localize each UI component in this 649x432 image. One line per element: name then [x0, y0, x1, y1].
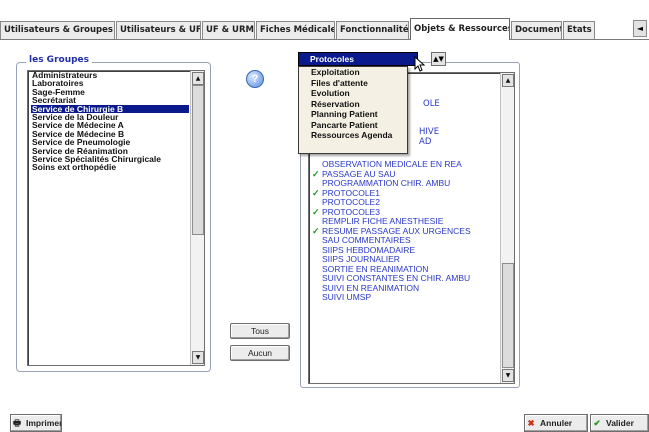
tab-bar: Utilisateurs & Groupes Utilisateurs & UF…: [0, 18, 649, 40]
check-icon: ✔: [593, 418, 601, 428]
tab-utilisateurs-uf[interactable]: Utilisateurs & UF: [116, 21, 201, 39]
validate-button[interactable]: ✔ Valider: [590, 414, 649, 432]
scroll-thumb[interactable]: [192, 85, 204, 235]
resource-label: PROTOCOLE1: [322, 187, 380, 198]
cancel-button[interactable]: ✖ Annuler: [524, 414, 588, 432]
select-all-button[interactable]: Tous: [230, 323, 290, 339]
printer-icon: 🖶: [12, 418, 22, 428]
scroll-up-icon[interactable]: ▲: [192, 72, 204, 85]
dropdown-option[interactable]: Evolution: [299, 88, 407, 99]
resources-scrollbar[interactable]: ▲ ▼: [500, 73, 514, 383]
check-icon: ✓: [312, 225, 320, 236]
resource-label: PROTOCOLE3: [322, 206, 380, 217]
groups-scrollbar[interactable]: ▲ ▼: [190, 71, 204, 365]
partial-item-2: HIVE: [419, 127, 440, 137]
resources-list: OBSERVATION MEDICALE EN REA ✓ PASSAGE AU S…: [312, 159, 499, 303]
resource-label: SIIPS HEBDOMADAIRE: [322, 244, 416, 255]
resource-label: REMPLIR FICHE ANESTHESIE: [322, 216, 444, 226]
scroll-thumb[interactable]: [502, 263, 514, 368]
resource-label: PROTOCOLE2: [322, 197, 380, 207]
resource-label: SORTIE EN REANIMATION: [322, 263, 429, 274]
validate-label: Valider: [606, 418, 634, 428]
print-label: Imprimer: [26, 418, 62, 428]
dropdown-option[interactable]: Ressources Agenda: [299, 130, 407, 141]
mouse-cursor-icon: [414, 56, 426, 72]
tab-utilisateurs-groupes[interactable]: Utilisateurs & Groupes: [0, 21, 115, 39]
tab-documents[interactable]: Documents: [511, 21, 562, 39]
cancel-label: Annuler: [540, 418, 573, 428]
select-none-button[interactable]: Aucun: [230, 345, 290, 361]
check-icon: ✓: [312, 168, 320, 179]
dropdown-arrow-icon[interactable]: ▲▼: [431, 52, 446, 66]
resource-label: SUIVI UMSP: [322, 292, 372, 302]
group-list-item[interactable]: Soins ext orthopédie: [31, 163, 189, 172]
check-icon: ✓: [312, 206, 320, 217]
dropdown-option[interactable]: Réservation: [299, 99, 407, 110]
scroll-up-icon[interactable]: ▲: [502, 74, 514, 87]
scroll-down-icon[interactable]: ▼: [502, 369, 514, 382]
tab-objets-ressources[interactable]: Objets & Ressources: [410, 18, 510, 40]
help-icon[interactable]: ?: [246, 70, 264, 88]
dropdown-option[interactable]: Pancarte Patient: [299, 120, 407, 131]
tab-scroll-left-icon[interactable]: ◄: [633, 20, 647, 37]
resource-label: SIIPS JOURNALIER: [322, 254, 400, 264]
resource-label: OBSERVATION MEDICALE EN REA: [322, 159, 462, 169]
resource-label: PASSAGE AU SAU: [322, 168, 396, 179]
resource-label: PROGRAMMATION CHIR. AMBU: [322, 178, 451, 188]
print-button[interactable]: 🖶 Imprimer: [10, 414, 62, 432]
resource-list-item[interactable]: SUIVI UMSP: [312, 292, 499, 303]
dropdown-option[interactable]: Exploitation: [299, 67, 407, 78]
groups-list: Administrateurs Laboratoires Sage-Femme Sec…: [31, 71, 189, 172]
partial-item-3: AD: [419, 137, 432, 147]
dropdown-option[interactable]: Planning Patient: [299, 109, 407, 120]
tab-etats[interactable]: Etats: [563, 21, 595, 39]
check-icon: ✓: [312, 187, 320, 198]
tab-fonctionnalites[interactable]: Fonctionnalités: [336, 21, 409, 39]
groups-listbox[interactable]: Administrateurs Laboratoires Sage-Femme Sec…: [27, 70, 205, 366]
resource-label: SUIVI EN REANIMATION: [322, 282, 420, 293]
cross-icon: ✖: [527, 418, 535, 428]
tab-uf-urm[interactable]: UF & URM: [202, 21, 255, 39]
resource-type-select[interactable]: Protocoles: [298, 52, 418, 66]
scroll-down-icon[interactable]: ▼: [192, 351, 204, 364]
resource-label: RESUME PASSAGE AUX URGENCES: [322, 225, 471, 236]
partial-item-1: OLE: [423, 99, 440, 109]
resource-label: SUIVI CONSTANTES EN CHIR. AMBU: [322, 273, 471, 283]
dropdown-option[interactable]: Files d'attente: [299, 78, 407, 89]
groups-title: les Groupes: [26, 55, 92, 65]
resource-type-dropdown: Exploitation Files d'attente Evolution Rése…: [298, 66, 408, 154]
tab-fiches-medicales[interactable]: Fiches Médicales: [256, 21, 335, 39]
resource-label: SAU COMMENTAIRES: [322, 235, 411, 245]
